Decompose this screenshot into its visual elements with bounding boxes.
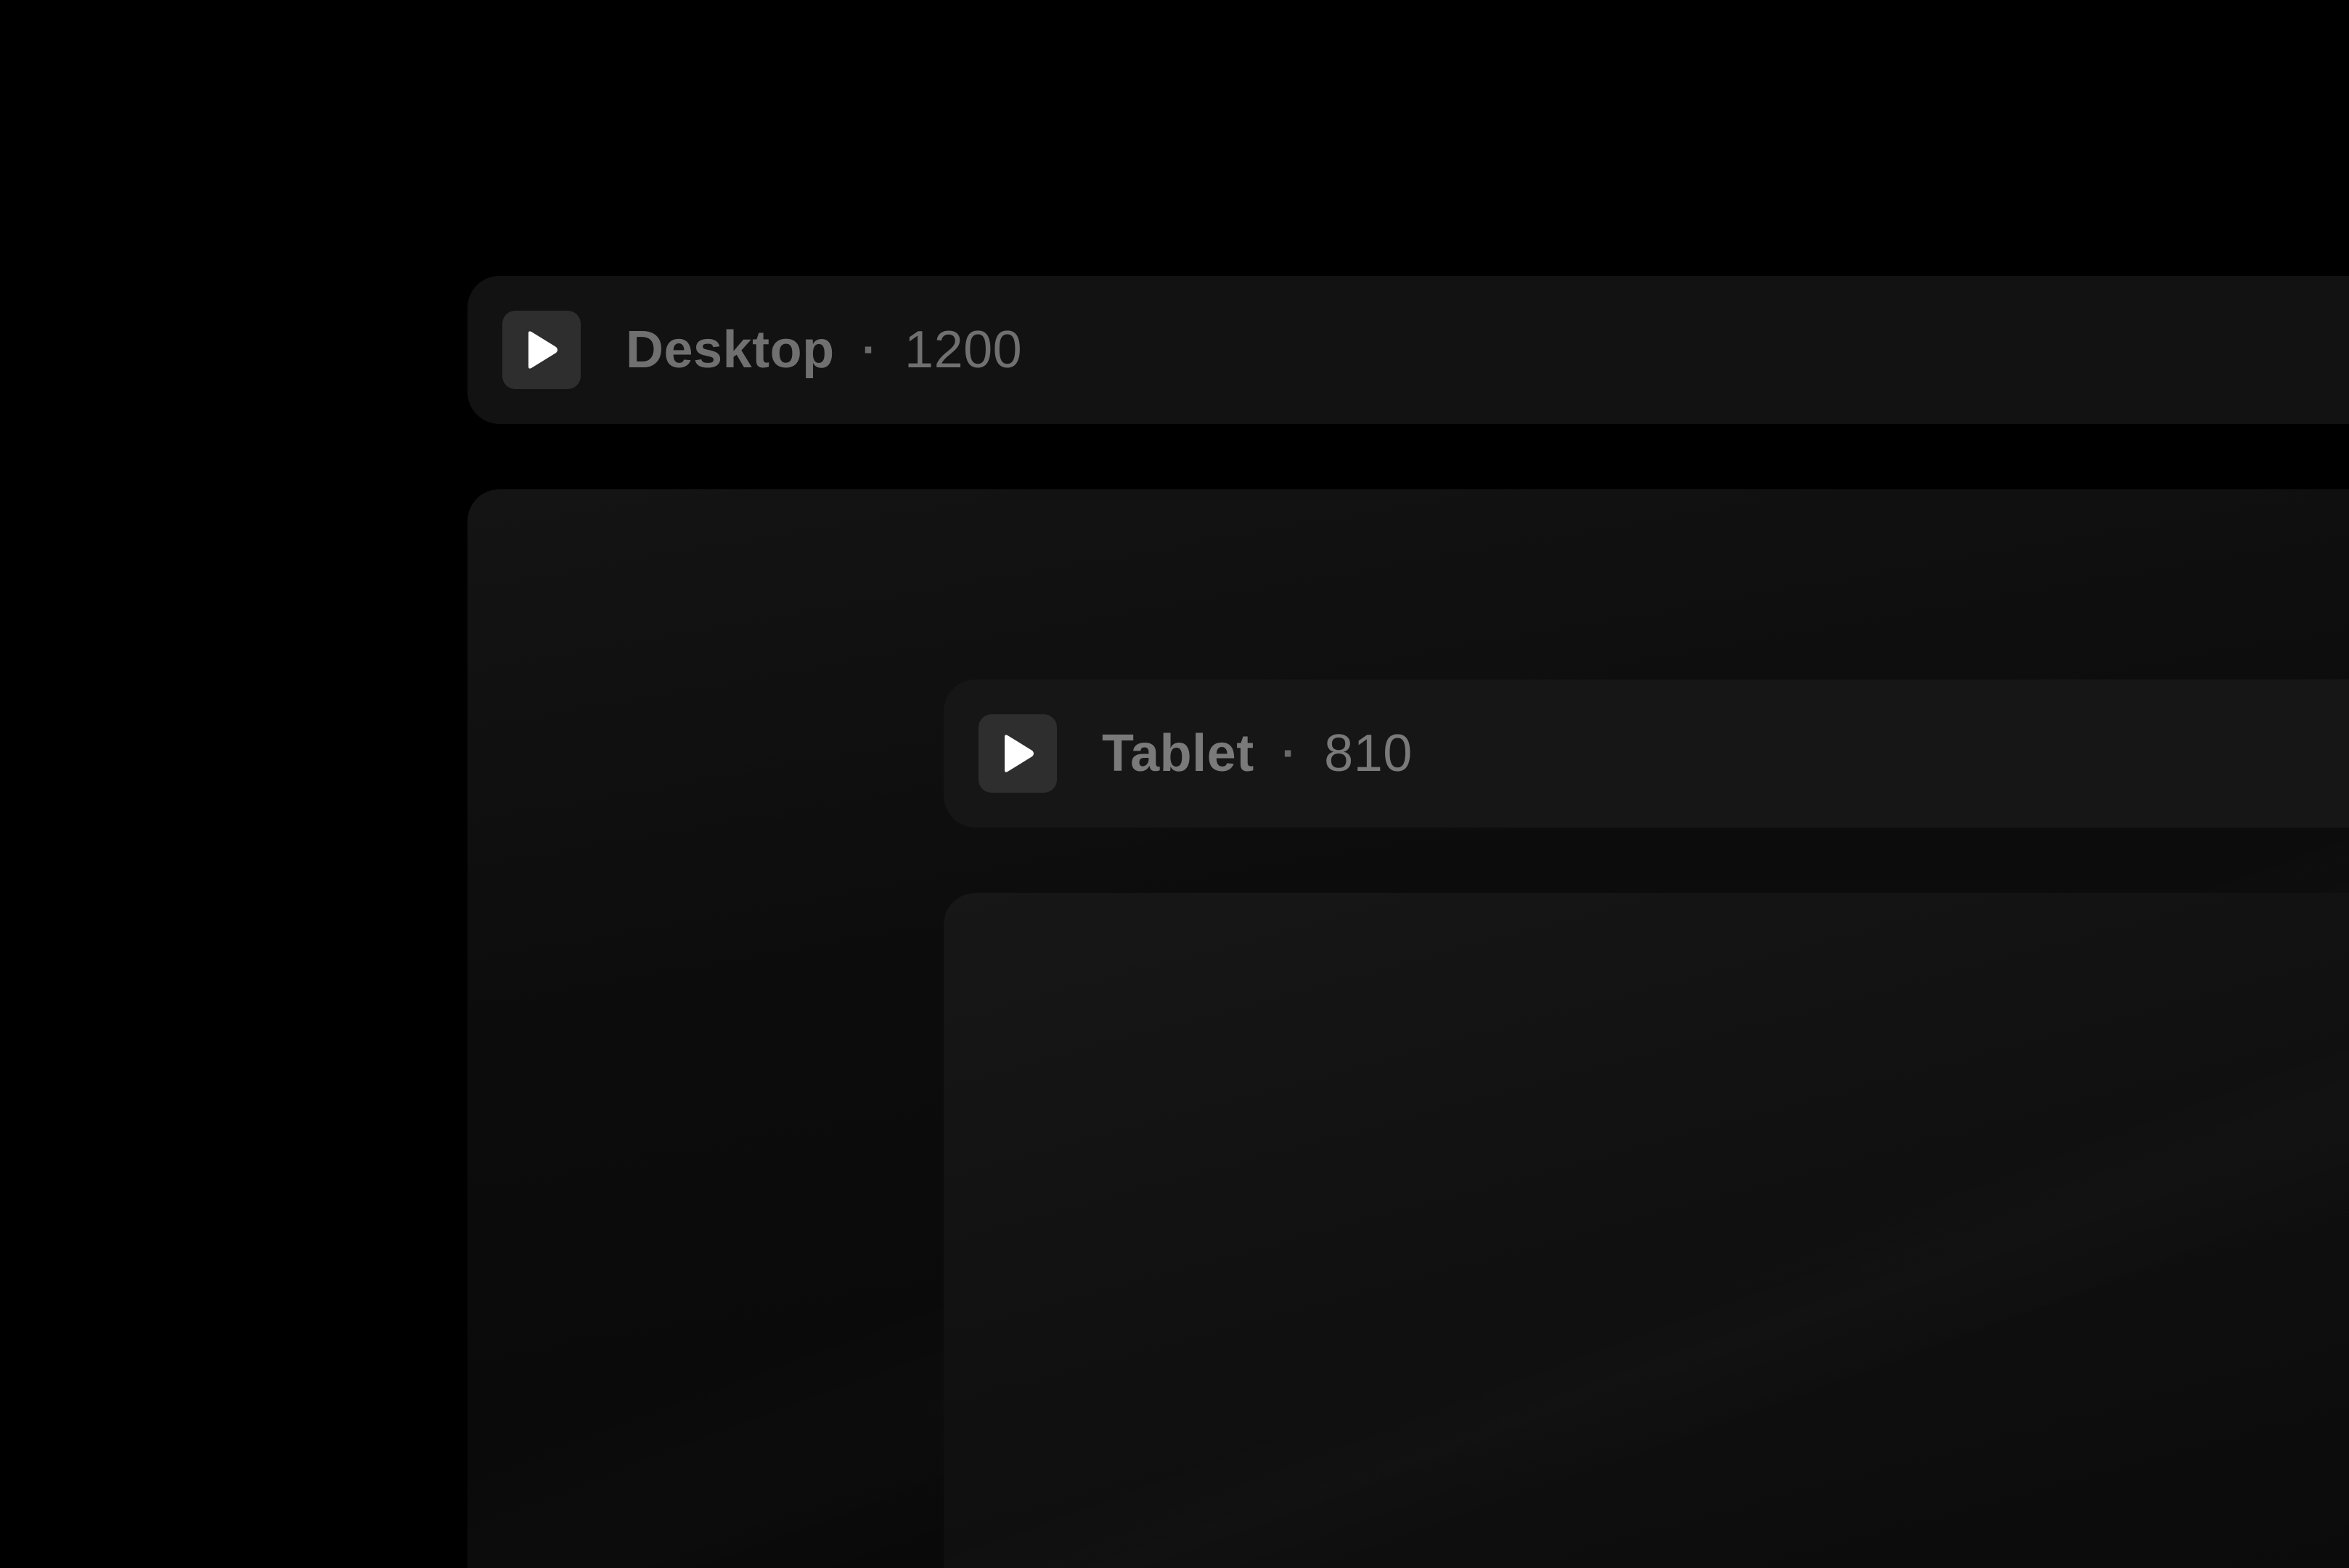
play-icon xyxy=(1005,735,1034,772)
breakpoint-separator: · xyxy=(1281,729,1297,777)
breakpoint-frame-tablet xyxy=(944,893,2349,1568)
breakpoint-width: 1200 xyxy=(904,321,1023,379)
breakpoint-separator: · xyxy=(862,325,878,374)
breakpoint-header-tablet: Tablet · 810 xyxy=(944,679,2349,828)
breakpoint-label-desktop: Desktop · 1200 xyxy=(626,324,1022,376)
play-icon xyxy=(528,331,557,369)
breakpoint-name: Desktop xyxy=(626,321,835,379)
preview-button-tablet[interactable] xyxy=(979,714,1057,793)
breakpoint-label-tablet: Tablet · 810 xyxy=(1102,727,1413,780)
breakpoint-header-desktop: Desktop · 1200 xyxy=(467,276,2349,424)
canvas: Desktop · 1200 Tablet · 810 xyxy=(0,0,2349,1568)
breakpoint-width: 810 xyxy=(1324,724,1413,783)
preview-button-desktop[interactable] xyxy=(502,311,581,389)
breakpoint-name: Tablet xyxy=(1102,724,1254,783)
frame-sheen xyxy=(944,893,2349,1568)
